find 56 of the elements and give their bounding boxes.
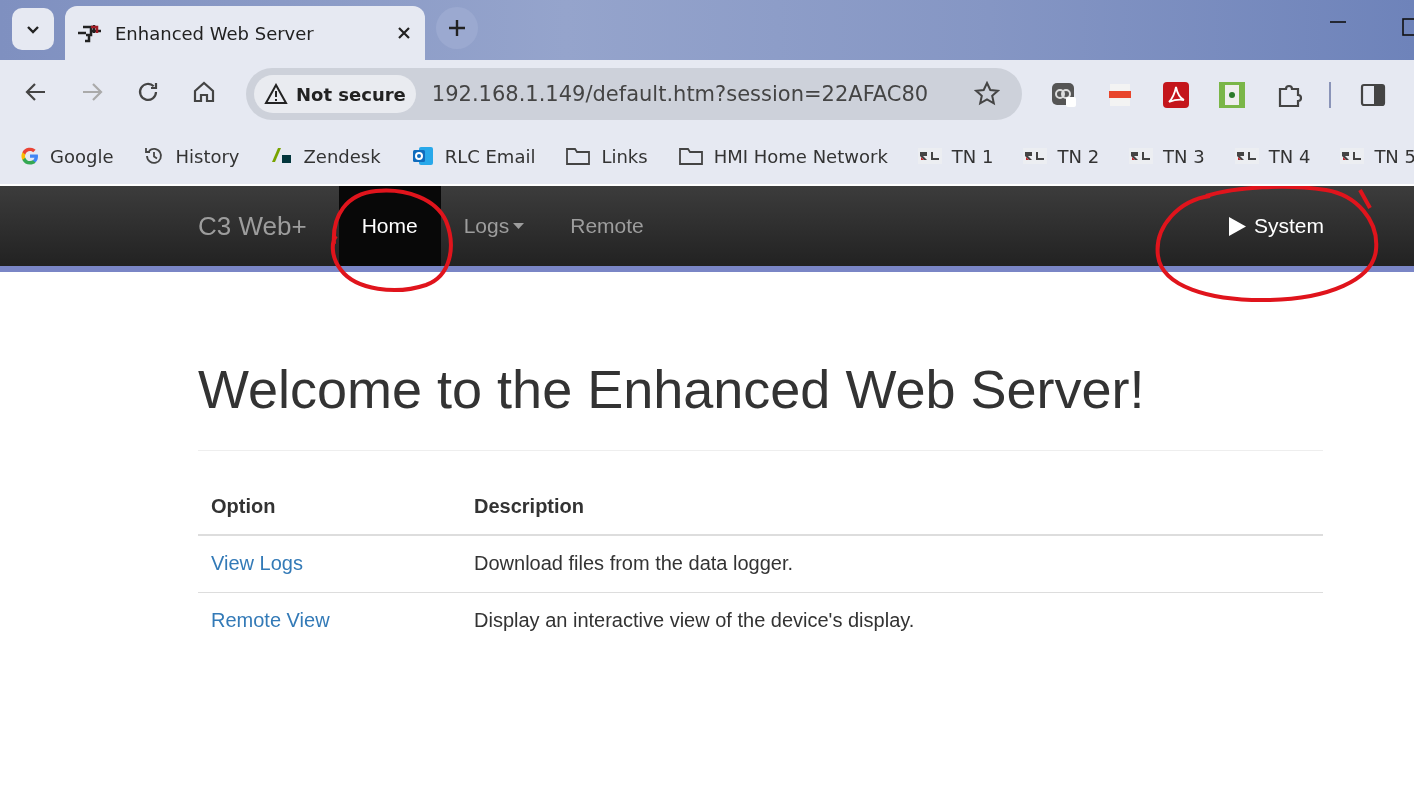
nav-item[interactable]: Logs [440, 186, 548, 266]
nav-item[interactable]: Remote [547, 186, 667, 266]
bookmark[interactable]: RLC Email [410, 144, 536, 168]
rl-logo-icon [1340, 148, 1365, 164]
play-triangle-icon [1229, 216, 1246, 236]
star-icon[interactable] [974, 81, 1000, 107]
bookmark[interactable]: HMI Home Network [677, 145, 888, 167]
new-tab-button[interactable] [436, 7, 478, 49]
nav-item[interactable]: Home [338, 186, 441, 266]
rl-logo-icon [917, 148, 942, 164]
close-icon[interactable] [397, 26, 411, 40]
bookmark[interactable]: History [143, 145, 240, 167]
mail-icon [410, 144, 435, 168]
warning-icon [264, 83, 288, 105]
bookmark[interactable]: TN 2 [1023, 145, 1100, 167]
phone-extension-icon[interactable] [1219, 82, 1245, 108]
column-header: Description [474, 495, 585, 517]
option-link[interactable]: Remote View [211, 609, 330, 631]
acrobat-icon[interactable] [1163, 82, 1189, 108]
minimize-icon[interactable] [1330, 20, 1346, 24]
puzzle-icon[interactable] [1277, 82, 1303, 108]
bookmark[interactable]: Zendesk [269, 145, 381, 167]
page-heading: Welcome to the Enhanced Web Server! [198, 358, 1323, 451]
extension-icon[interactable] [1051, 82, 1077, 108]
home-icon[interactable] [192, 80, 216, 104]
security-chip[interactable]: Not secure [254, 75, 416, 113]
browser-tab[interactable]: Enhanced Web Server [65, 6, 425, 60]
bookmark[interactable]: TN 3 [1129, 145, 1205, 167]
bookmark[interactable]: TN 1 [917, 145, 994, 167]
system-menu[interactable]: System [1229, 186, 1324, 266]
description-text: Download files from the data logger. [474, 552, 794, 574]
bookmark[interactable]: TN 5 [1340, 145, 1414, 167]
option-link[interactable]: View Logs [211, 552, 303, 574]
chevron-down-icon [26, 24, 40, 34]
plus-icon [448, 19, 466, 37]
description-text: Display an interactive view of the device's display. [474, 609, 915, 631]
column-header: Option [211, 495, 276, 517]
rl-logo-icon [1234, 148, 1259, 164]
google-icon [20, 146, 40, 166]
side-panel-icon[interactable] [1360, 82, 1386, 108]
maximize-icon[interactable] [1402, 18, 1414, 36]
tab-list-button[interactable] [12, 8, 54, 50]
bookmark[interactable]: Google [20, 145, 114, 167]
pdf-extension-icon[interactable] [1107, 82, 1133, 108]
rl-logo-icon [1129, 148, 1154, 164]
folder-icon [677, 145, 704, 167]
bookmark[interactable]: Links [565, 145, 648, 167]
site-logo-icon [77, 23, 103, 43]
address-bar[interactable]: Not secure 192.168.1.149/default.htm?session=22AFAC80 [246, 68, 1022, 120]
folder-icon [565, 145, 592, 167]
tab-title: Enhanced Web Server [115, 22, 315, 44]
url-text: 192.168.1.149/default.htm?session=22AFAC80 [431, 82, 930, 106]
rl-logo-icon [1023, 148, 1048, 164]
reload-icon[interactable] [136, 80, 160, 104]
brand-name[interactable]: C3 Web+ [198, 186, 307, 266]
bookmark[interactable]: TN 4 [1234, 145, 1311, 167]
